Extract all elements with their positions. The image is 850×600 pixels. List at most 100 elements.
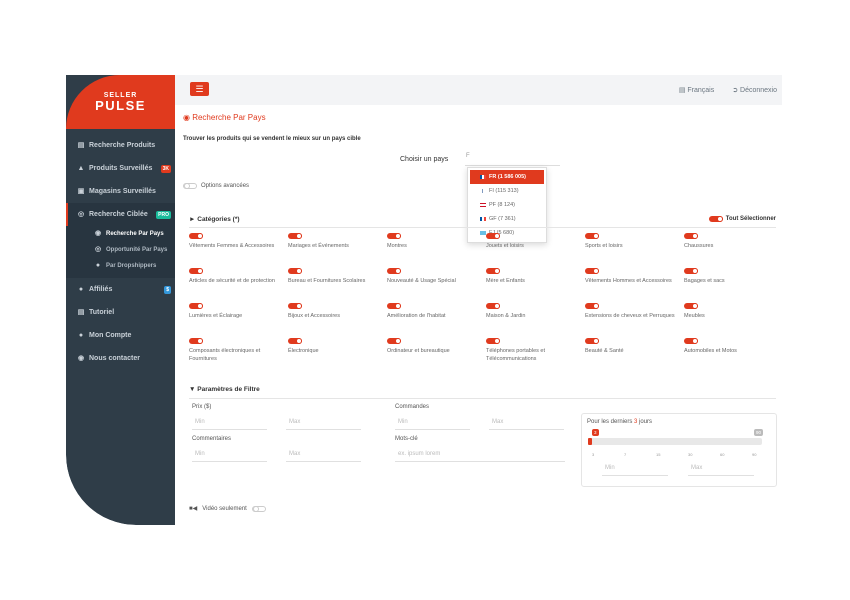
price-min-input[interactable]: Min [192,416,267,430]
category-toggle[interactable] [585,303,599,309]
sidebar-item-produits-surveilles[interactable]: ▲ Produits Surveillés 3K [66,157,175,180]
language-link[interactable]: ▤ Français [679,86,714,94]
country-select-input[interactable]: F [465,153,560,166]
category-toggle[interactable] [288,303,302,309]
category-toggle[interactable] [189,233,203,239]
category-label: Montres [387,243,407,249]
comments-max-input[interactable]: Max [286,448,361,462]
slider-handle[interactable] [588,438,592,445]
category-label: Composants électroniques et Fournitures [189,348,261,362]
category-label: Extensions de cheveux et Perruques [585,313,675,319]
advanced-options-toggle[interactable] [183,183,197,189]
menu-toggle-button[interactable]: ☰ [190,82,209,96]
category-toggle[interactable] [387,233,401,239]
category-toggle[interactable] [288,268,302,274]
category-label: Beauté & Santé [585,348,624,354]
category-label: Bagages et sacs [684,278,725,284]
category-toggle[interactable] [486,268,500,274]
country-option-label: PF (8 124) [489,202,515,208]
category-label: Ordinateur et bureautique [387,348,450,354]
slider-tick-label: 7 [624,452,627,457]
category-toggle[interactable] [486,338,500,344]
category-item: Sports et loisirs [585,233,684,268]
country-option-fr[interactable]: FR (1 586 005) [470,170,544,184]
sidebar-item-label: Tutoriel [89,309,115,316]
category-toggle[interactable] [684,233,698,239]
category-toggle[interactable] [387,303,401,309]
topbar: ☰ ▤ Français ➲ Déconnexio [175,75,782,105]
category-toggle[interactable] [486,303,500,309]
logout-link[interactable]: ➲ Déconnexio [732,86,777,94]
category-label: Automobiles et Motos [684,348,737,354]
sidebar-item-magasins-surveilles[interactable]: ▣ Magasins Surveillés [66,180,175,203]
topbar-actions: ▤ Français ➲ Déconnexio [679,86,777,94]
days-filter: Pour les derniers 3 jours 3 90 3 7 15 30 60 9… [581,413,777,487]
category-item: Montres [387,233,486,268]
category-toggle[interactable] [684,303,698,309]
category-toggle[interactable] [585,233,599,239]
subnav-label: Par Dropshippers [106,263,157,269]
category-label: Vêtements Hommes et Accessoires [585,278,672,284]
brand-logo[interactable]: SELLER PULSE [66,75,175,129]
sidebar-item-label: Recherche Ciblée [89,211,148,218]
video-only-toggle[interactable] [251,505,266,512]
country-label: Choisir un pays [400,156,449,163]
country-option-pf[interactable]: PF (8 124) [470,198,544,212]
country-option-label: FI (115 313) [489,188,519,194]
category-item: Bijoux et Accessoires [288,303,387,338]
globe-icon: ◉ [94,230,102,237]
category-toggle[interactable] [189,268,203,274]
database-icon: ▤ [77,141,85,149]
video-only-label: Vidéo seulement [202,505,247,512]
days-max-input[interactable]: Max [688,462,754,476]
category-toggle[interactable] [189,303,203,309]
days-value: 3 [634,419,638,425]
category-toggle[interactable] [387,268,401,274]
days-suffix: jours [639,419,653,425]
sidebar: SELLER PULSE ▤ Recherche Produits ▲ Prod… [66,75,175,525]
category-toggle[interactable] [288,233,302,239]
category-toggle[interactable] [684,268,698,274]
country-option-fi[interactable]: FI (115 313) [470,184,544,198]
video-icon: ■◀ [189,506,198,512]
sidebar-item-affilies[interactable]: ● Affiliés $ [66,278,175,301]
sidebar-item-recherche-ciblee[interactable]: ◎ Recherche Ciblée PRO [66,203,175,226]
category-item: Bureau et Fournitures Scolaires [288,268,387,303]
sidebar-item-mon-compte[interactable]: ● Mon Compte [66,324,175,347]
category-item: Chaussures [684,233,782,268]
users-icon: ● [78,285,84,293]
category-item: Lumières et Éclairage [189,303,288,338]
days-min-input[interactable]: Min [602,462,668,476]
comments-min-input[interactable]: Min [192,448,267,462]
sidebar-item-label: Affiliés [89,286,113,293]
price-max-input[interactable]: Max [286,416,361,430]
category-toggle[interactable] [585,268,599,274]
page-title: ◉ Recherche Par Pays [183,113,266,122]
brand-line2: PULSE [95,98,146,113]
subnav-par-dropshippers[interactable]: ● Par Dropshippers [66,258,175,274]
slider-tick-label: 60 [720,452,725,457]
category-toggle[interactable] [585,338,599,344]
select-all: Tout Sélectionner [708,216,776,222]
days-slider[interactable] [588,438,762,445]
category-toggle[interactable] [387,338,401,344]
category-label: Téléphones portables et Télécommunicatio… [486,348,546,362]
subnav-recherche-par-pays[interactable]: ◉ Recherche Par Pays [66,226,175,242]
subnav-opportunite-par-pays[interactable]: ◎ Opportunité Par Pays [66,242,175,258]
category-item: Beauté & Santé [585,338,684,373]
slider-tick-label: 90 [752,452,757,457]
category-toggle[interactable] [684,338,698,344]
category-toggle[interactable] [486,233,500,239]
orders-max-input[interactable]: Max [489,416,564,430]
orders-min-input[interactable]: Min [395,416,470,430]
sidebar-item-nous-contacter[interactable]: ◉ Nous contacter [66,347,175,370]
select-all-toggle[interactable] [708,216,723,222]
orders-label: Commandes [395,404,430,410]
sidebar-item-tutoriel[interactable]: ▤ Tutoriel [66,301,175,324]
keyword-input[interactable]: ex. ipsum lorem [395,448,565,462]
category-item: Bagages et sacs [684,268,782,303]
category-toggle[interactable] [288,338,302,344]
category-toggle[interactable] [189,338,203,344]
days-prefix: Pour les derniers [587,419,633,425]
sidebar-item-recherche-produits[interactable]: ▤ Recherche Produits [66,134,175,157]
